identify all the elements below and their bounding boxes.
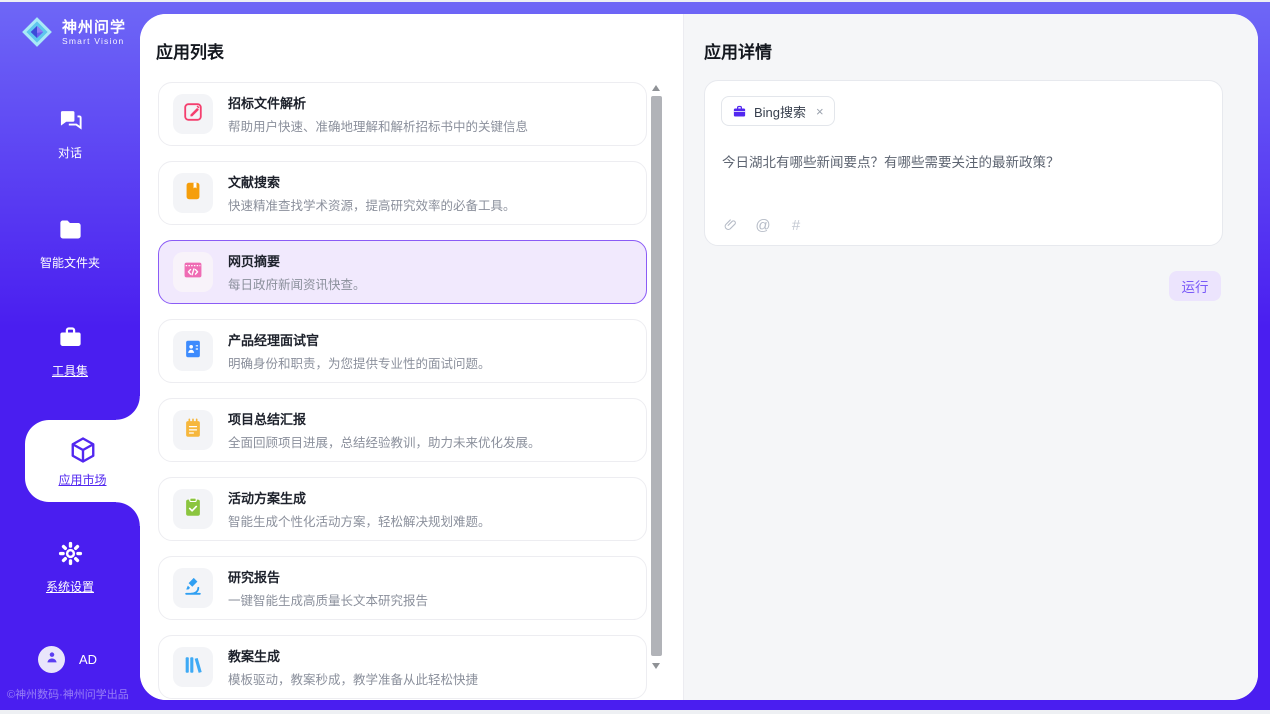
app-card[interactable]: 网页摘要 每日政府新闻资讯快查。 — [158, 240, 647, 304]
app-desc: 明确身份和职责，为您提供专业性的面试问题。 — [228, 353, 491, 372]
app-list-title: 应用列表 — [156, 38, 224, 63]
app-icon-tile — [173, 252, 213, 292]
query-text[interactable]: 今日湖北有哪些新闻要点？有哪些需要关注的最新政策？ — [722, 151, 1206, 171]
diamond-logo-icon — [20, 15, 54, 49]
app-desc: 智能生成个性化活动方案，轻松解决规划难题。 — [228, 511, 491, 530]
app-icon-tile — [173, 647, 213, 687]
webpage-code-icon — [182, 259, 204, 286]
app-detail-title: 应用详情 — [704, 38, 772, 63]
app-card[interactable]: 活动方案生成 智能生成个性化活动方案，轻松解决规划难题。 — [158, 477, 647, 541]
app-desc: 帮助用户快速、准确地理解和解析招标书中的关键信息 — [228, 116, 528, 135]
books-icon — [182, 654, 204, 681]
app-desc: 模板驱动，教案秒成，教学准备从此轻松快捷 — [228, 669, 478, 688]
tool-tag-label: Bing搜索 — [754, 102, 806, 121]
book-icon — [182, 180, 204, 207]
interview-doc-icon — [182, 338, 204, 365]
doc-edit-icon — [182, 101, 204, 128]
app-name: 教案生成 — [228, 646, 478, 665]
gear-icon — [57, 540, 84, 567]
user-account[interactable]: AD — [38, 646, 97, 673]
avatar — [38, 646, 65, 673]
app-desc: 全面回顾项目进展，总结经验教训，助力未来优化发展。 — [228, 432, 541, 451]
app-name: 招标文件解析 — [228, 93, 528, 112]
brand-subtitle: Smart Vision — [62, 36, 126, 46]
sidebar-item-settings[interactable]: 系统设置 — [0, 540, 140, 595]
app-name: 项目总结汇报 — [228, 409, 541, 428]
sidebar: 神州问学 Smart Vision 对话 智能文件夹 工具集 应用市场 系统设置… — [0, 2, 140, 710]
folder-icon — [57, 216, 84, 243]
scroll-down-arrow-icon[interactable] — [652, 663, 660, 669]
toolbox-icon — [57, 324, 84, 351]
app-name: 研究报告 — [228, 567, 428, 586]
sidebar-item-label: 对话 — [0, 144, 140, 161]
app-desc: 每日政府新闻资讯快查。 — [228, 274, 366, 293]
sidebar-item-label: 系统设置 — [0, 578, 140, 595]
copyright-footer: ©神州数码·神州问学出品 — [7, 686, 140, 702]
sidebar-item-toolset[interactable]: 工具集 — [0, 324, 140, 379]
app-card[interactable]: 项目总结汇报 全面回顾项目进展，总结经验教训，助力未来优化发展。 — [158, 398, 647, 462]
cube-icon — [68, 435, 98, 465]
app-icon-tile — [173, 489, 213, 529]
chat-icon — [57, 106, 84, 133]
sidebar-item-app-market[interactable]: 应用市场 — [25, 420, 140, 502]
close-icon[interactable]: × — [816, 104, 824, 119]
at-icon[interactable]: @ — [755, 217, 771, 233]
sidebar-item-chat[interactable]: 对话 — [0, 106, 140, 161]
run-button[interactable]: 运行 — [1169, 271, 1221, 301]
sidebar-item-smart-folder[interactable]: 智能文件夹 — [0, 216, 140, 271]
app-list-column: 应用列表 招标文件解析 帮助用户快速、准确地理解和解析招标书中的关键信息 文献搜… — [140, 14, 683, 700]
app-card[interactable]: 文献搜索 快速精准查找学术资源，提高研究效率的必备工具。 — [158, 161, 647, 225]
sidebar-item-label: 智能文件夹 — [0, 254, 140, 271]
query-input-card[interactable]: Bing搜索 × 今日湖北有哪些新闻要点？有哪些需要关注的最新政策？ @ # — [704, 80, 1223, 246]
person-icon — [44, 649, 60, 670]
content-panel: 应用列表 招标文件解析 帮助用户快速、准确地理解和解析招标书中的关键信息 文献搜… — [140, 14, 1258, 700]
input-toolbar: @ # — [722, 217, 804, 233]
scrollbar[interactable] — [650, 82, 663, 672]
app-icon-tile — [173, 410, 213, 450]
briefcase-icon — [732, 104, 747, 119]
clipboard-check-icon — [182, 496, 204, 523]
scroll-up-arrow-icon[interactable] — [652, 85, 660, 91]
app-card[interactable]: 招标文件解析 帮助用户快速、准确地理解和解析招标书中的关键信息 — [158, 82, 647, 146]
sidebar-item-label: 工具集 — [0, 362, 140, 379]
paperclip-icon[interactable] — [722, 217, 738, 233]
microscope-icon — [182, 575, 204, 602]
app-card[interactable]: 研究报告 一键智能生成高质量长文本研究报告 — [158, 556, 647, 620]
app-name: 产品经理面试官 — [228, 330, 491, 349]
app-detail-column: 应用详情 Bing搜索 × 今日湖北有哪些新闻要点？有哪些需要关注的最新政策？ … — [683, 14, 1258, 700]
notepad-icon — [182, 417, 204, 444]
app-icon-tile — [173, 568, 213, 608]
app-name: 活动方案生成 — [228, 488, 491, 507]
app-desc: 快速精准查找学术资源，提高研究效率的必备工具。 — [228, 195, 516, 214]
scrollbar-thumb[interactable] — [651, 96, 662, 656]
tool-tag-bing-search[interactable]: Bing搜索 × — [721, 96, 835, 126]
app-list: 招标文件解析 帮助用户快速、准确地理解和解析招标书中的关键信息 文献搜索 快速精… — [158, 82, 647, 700]
brand-logo: 神州问学 Smart Vision — [20, 15, 126, 49]
app-card[interactable]: 教案生成 模板驱动，教案秒成，教学准备从此轻松快捷 — [158, 635, 647, 699]
app-icon-tile — [173, 94, 213, 134]
sidebar-item-label: 应用市场 — [58, 471, 106, 488]
app-icon-tile — [173, 173, 213, 213]
user-name: AD — [79, 652, 97, 667]
hash-icon[interactable]: # — [788, 217, 804, 233]
brand-title: 神州问学 — [62, 19, 126, 36]
app-card[interactable]: 产品经理面试官 明确身份和职责，为您提供专业性的面试问题。 — [158, 319, 647, 383]
app-icon-tile — [173, 331, 213, 371]
app-name: 文献搜索 — [228, 172, 516, 191]
app-desc: 一键智能生成高质量长文本研究报告 — [228, 590, 428, 609]
app-name: 网页摘要 — [228, 251, 366, 270]
